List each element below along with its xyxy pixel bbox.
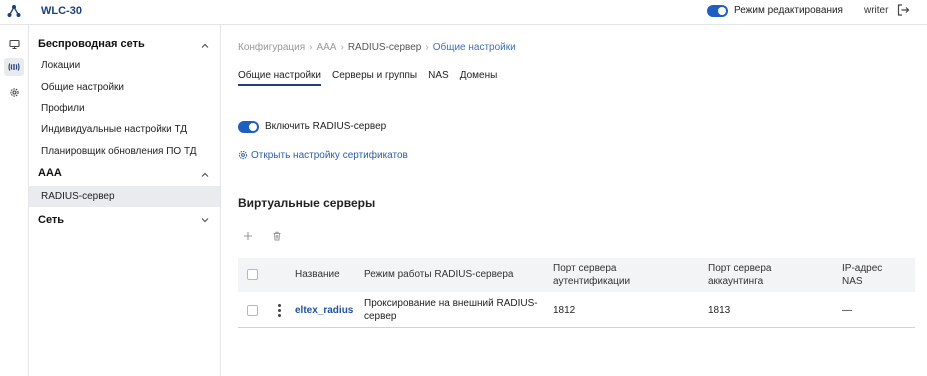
- radius-enable-toggle[interactable]: [238, 121, 259, 133]
- breadcrumb-configuration[interactable]: Конфигурация: [238, 42, 305, 53]
- sidebar-item-profiles[interactable]: Профили: [29, 98, 220, 119]
- sidebar-item-ap-firmware-scheduler[interactable]: Планировщик обновления ПО ТД: [29, 141, 220, 162]
- row-checkbox[interactable]: [247, 305, 258, 316]
- rail-settings[interactable]: [4, 83, 24, 101]
- row-acct-port: 1813: [708, 305, 731, 316]
- delete-button[interactable]: [268, 227, 286, 245]
- gear-icon: [238, 150, 248, 160]
- column-auth-port[interactable]: Порт сервера аутентификации: [553, 262, 663, 288]
- column-mode[interactable]: Режим работы RADIUS-сервера: [364, 268, 513, 281]
- tab-general-settings[interactable]: Общие настройки: [238, 70, 321, 86]
- row-name-link[interactable]: eltex_radius: [295, 304, 353, 317]
- icon-rail: [0, 25, 29, 376]
- sidebar-item-radius-server[interactable]: RADIUS-сервер: [29, 186, 220, 207]
- tab-bar: Общие настройки Серверы и группы NAS Домены: [238, 70, 508, 86]
- breadcrumb: Конфигурация › AAA › RADIUS-сервер › Общие нас…: [238, 42, 516, 53]
- select-all-checkbox[interactable]: [247, 269, 258, 280]
- radius-enable-label: Включить RADIUS-сервер: [265, 121, 387, 132]
- trash-icon: [273, 231, 281, 241]
- monitor-icon: [8, 39, 20, 49]
- add-button[interactable]: [239, 227, 257, 245]
- breadcrumb-separator: ›: [340, 42, 344, 53]
- tab-servers-and-groups[interactable]: Серверы и группы: [332, 70, 417, 84]
- column-acct-port[interactable]: Порт сервера аккаунтинга: [708, 262, 808, 288]
- sidebar-item-general-settings[interactable]: Общие настройки: [29, 77, 220, 98]
- open-certificates-link[interactable]: Открыть настройку сертификатов: [238, 150, 408, 161]
- nav-group-aaa[interactable]: AAA: [38, 167, 62, 179]
- table-row[interactable]: eltex_radius Проксирование на внешний RA…: [238, 292, 915, 328]
- logo-icon: [7, 5, 21, 17]
- column-name[interactable]: Название: [295, 268, 340, 281]
- row-mode: Проксирование на внешний RADIUS-сервер: [364, 298, 538, 322]
- nav-group-wireless[interactable]: Беспроводная сеть: [38, 38, 145, 50]
- tab-nas[interactable]: NAS: [428, 70, 449, 84]
- rail-wireless[interactable]: [4, 58, 24, 76]
- chevron-down-icon[interactable]: [200, 215, 210, 225]
- row-auth-port: 1812: [553, 305, 576, 316]
- tab-domains[interactable]: Домены: [460, 70, 498, 84]
- breadcrumb-separator: ›: [425, 42, 429, 53]
- logout-icon[interactable]: [896, 3, 910, 17]
- open-certificates-label: Открыть настройку сертификатов: [251, 150, 408, 161]
- username: writer: [864, 5, 889, 16]
- breadcrumb-separator: ›: [309, 42, 313, 53]
- broadcast-icon: [8, 63, 20, 71]
- edit-mode-label: Режим редактирования: [734, 5, 843, 16]
- top-bar: WLC-30 Режим редактирования writer: [0, 0, 927, 25]
- breadcrumb-radius-server[interactable]: RADIUS-сервер: [348, 42, 422, 53]
- row-nas-ip: —: [842, 305, 852, 316]
- chevron-up-icon[interactable]: [200, 41, 210, 51]
- chevron-up-icon[interactable]: [200, 170, 210, 180]
- rail-monitoring[interactable]: [4, 35, 24, 53]
- edit-mode-toggle[interactable]: [707, 5, 728, 17]
- row-actions-menu-icon[interactable]: [277, 304, 281, 317]
- column-nas-ip[interactable]: IP-адрес NAS: [842, 262, 892, 288]
- breadcrumb-general-settings: Общие настройки: [432, 42, 516, 53]
- gear-icon: [9, 87, 19, 97]
- side-navigation: Беспроводная сеть Локации Общие настройк…: [29, 25, 221, 376]
- app-title: WLC-30: [41, 5, 82, 17]
- virtual-servers-title: Виртуальные серверы: [238, 196, 376, 210]
- table-header: Название Режим работы RADIUS-сервера Пор…: [238, 258, 915, 292]
- sidebar-item-locations[interactable]: Локации: [29, 55, 220, 76]
- nav-group-network[interactable]: Сеть: [38, 214, 64, 226]
- breadcrumb-aaa[interactable]: AAA: [316, 42, 336, 53]
- sidebar-item-ap-individual-settings[interactable]: Индивидуальные настройки ТД: [29, 119, 220, 140]
- plus-icon: [244, 232, 252, 240]
